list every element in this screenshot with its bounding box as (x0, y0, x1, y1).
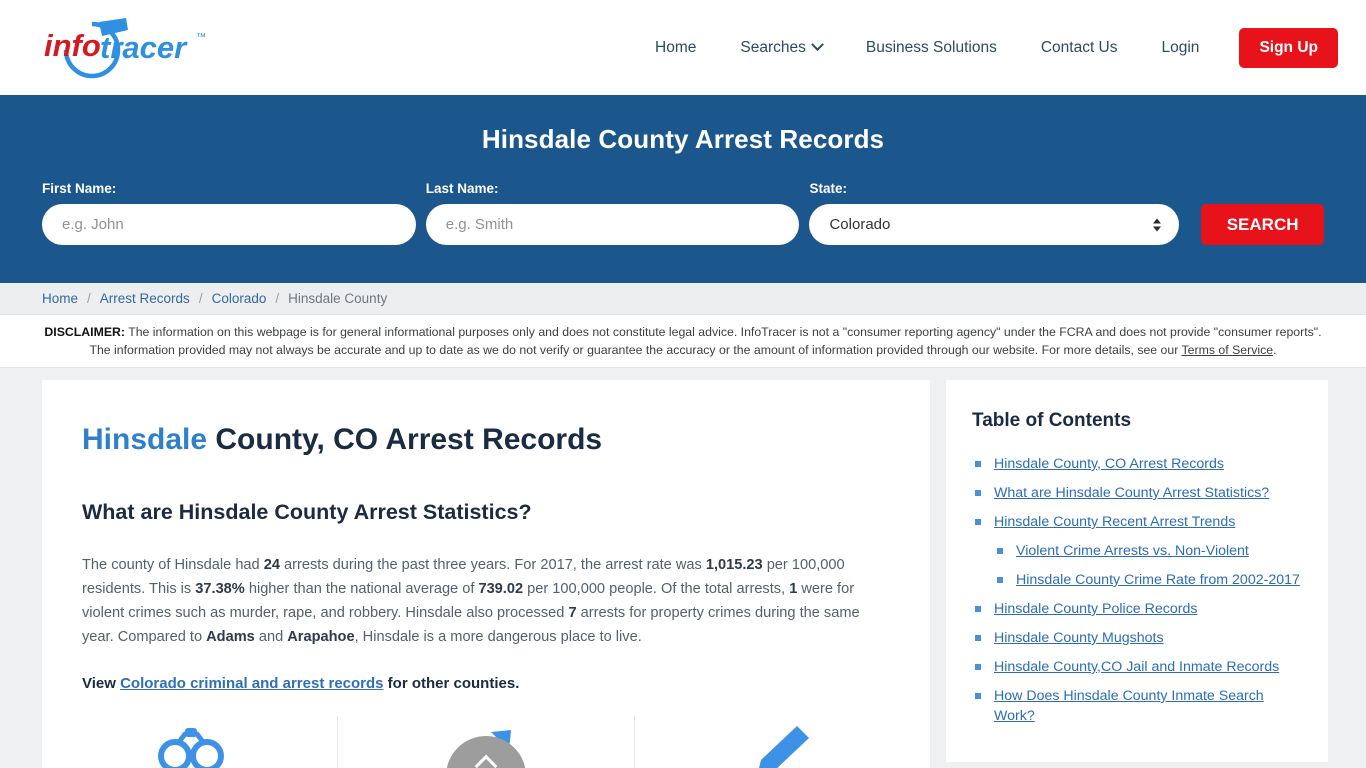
page-heading-banner: Hinsdale County Arrest Records (481, 124, 885, 154)
toc-item[interactable]: Hinsdale County, CO Arrest Records (972, 454, 1302, 474)
toc-item[interactable]: What are Hinsdale County Arrest Statisti… (972, 483, 1302, 503)
infotracer-logo[interactable]: info tracer ™ (36, 13, 236, 83)
disclaimer-banner: DISCLAIMER: The information on this webp… (0, 315, 1366, 368)
paragraph-text: and (254, 629, 288, 645)
statistics-paragraph: The county of Hinsdale had 24 arrests du… (82, 553, 890, 649)
chevron-up-icon (474, 754, 498, 768)
last-name-input[interactable] (425, 204, 800, 245)
pen-icon (759, 726, 810, 768)
compare-county-a: Adams (206, 629, 255, 645)
breadcrumb-separator: / (275, 291, 280, 306)
main-navigation: Home Searches Business Solutions Contact… (633, 0, 1338, 95)
stat-arrest-rate: 1,015.23 (705, 557, 763, 573)
stat-percent-higher: 37.38% (195, 581, 245, 597)
paragraph-text: The county of Hinsdale had (82, 557, 264, 573)
state-label: State: (809, 181, 847, 196)
toc-link-arrest-records[interactable]: Hinsdale County, CO Arrest Records (994, 456, 1224, 472)
svg-text:tracer: tracer (100, 30, 188, 65)
view-suffix: for other counties. (383, 675, 520, 692)
nav-item-contact-us[interactable]: Contact Us (1019, 29, 1140, 67)
page-title: Hinsdale County, CO Arrest Records (82, 422, 890, 458)
nav-label: Login (1161, 38, 1200, 56)
paragraph-text: arrests during the past three years. For… (279, 557, 706, 573)
disclaimer-period: . (1273, 342, 1277, 357)
toc-heading: Table of Contents (972, 410, 1132, 431)
breadcrumb-item-home[interactable]: Home (42, 291, 78, 306)
search-button[interactable]: SEARCH (1201, 204, 1324, 245)
breadcrumb-item-colorado[interactable]: Colorado (212, 291, 267, 306)
chevron-down-icon (810, 38, 824, 52)
first-name-label: First Name: (42, 181, 117, 196)
paragraph-text: per 100,000 people. Of the total arrests… (523, 581, 790, 597)
terms-of-service-link[interactable]: Terms of Service (1182, 343, 1274, 357)
main-content-card: Hinsdale County, CO Arrest Records What … (42, 380, 930, 768)
view-prefix: View (82, 675, 121, 692)
logo-icon: info tracer ™ (44, 17, 206, 78)
nav-item-searches[interactable]: Searches (718, 29, 843, 67)
toc-link-arrest-statistics[interactable]: What are Hinsdale County Arrest Statisti… (994, 485, 1269, 501)
breadcrumb-separator: / (198, 291, 203, 306)
toc-item[interactable]: Hinsdale County Crime Rate from 2002-201… (972, 570, 1302, 590)
search-band: Hinsdale County Arrest Records First Nam… (0, 95, 1366, 283)
breadcrumb-separator: / (87, 291, 91, 306)
search-form: First Name: Last Name: State: Colorado S… (0, 181, 1366, 245)
toc-link-police-records[interactable]: Hinsdale County Police Records (994, 601, 1197, 617)
last-name-label: Last Name: (425, 181, 499, 196)
site-header: info tracer ™ Home Searches Business Sol… (0, 0, 1366, 95)
disclaimer-label: DISCLAIMER: (44, 325, 125, 339)
state-field-group: State: Colorado (809, 181, 1180, 245)
sign-up-button[interactable]: Sign Up (1239, 27, 1338, 68)
nav-item-login[interactable]: Login (1140, 29, 1222, 67)
feature-cell-police-records (635, 716, 930, 768)
toc-link-mugshots[interactable]: Hinsdale County Mugshots (994, 630, 1164, 646)
nav-label: Home (655, 38, 697, 56)
toc-item[interactable]: Hinsdale County,CO Jail and Inmate Recor… (972, 657, 1302, 677)
last-name-field-group: Last Name: (425, 181, 800, 245)
breadcrumb-current: Hinsdale County (288, 291, 388, 306)
breadcrumb-item-arrest-records[interactable]: Arrest Records (100, 291, 190, 306)
toc-link-crime-rate-2002-2017[interactable]: Hinsdale County Crime Rate from 2002-201… (1016, 572, 1300, 588)
toc-item[interactable]: Hinsdale County Recent Arrest Trends (972, 512, 1302, 532)
section-heading-statistics: What are Hinsdale County Arrest Statisti… (82, 500, 532, 524)
first-name-input[interactable] (42, 204, 416, 245)
toc-list: Hinsdale County, CO Arrest Records What … (972, 454, 1302, 726)
first-name-field-group: First Name: (42, 181, 416, 245)
view-other-counties-line: View Colorado criminal and arrest record… (82, 675, 890, 692)
toc-item[interactable]: Hinsdale County Police Records (972, 599, 1302, 619)
paragraph-text: , Hinsdale is a more dangerous place to … (354, 629, 642, 645)
page-title-highlight: Hinsdale (82, 423, 208, 456)
nav-item-business-solutions[interactable]: Business Solutions (844, 29, 1019, 67)
breadcrumb: Home / Arrest Records / Colorado / Hinsd… (0, 283, 1366, 315)
stat-arrests-total: 24 (263, 557, 280, 573)
handcuffs-icon (157, 728, 224, 768)
svg-text:info: info (44, 28, 101, 63)
page-body: Hinsdale County, CO Arrest Records What … (0, 368, 1366, 768)
nav-label: Searches (740, 38, 806, 56)
toc-item[interactable]: Violent Crime Arrests vs. Non-Violent (972, 541, 1302, 561)
colorado-records-link[interactable]: Colorado criminal and arrest records (120, 675, 383, 692)
state-select[interactable]: Colorado (809, 204, 1180, 245)
paragraph-text: higher than the national average of (244, 581, 479, 597)
toc-link-inmate-search-work[interactable]: How Does Hinsdale County Inmate Search W… (994, 688, 1264, 724)
toc-item[interactable]: Hinsdale County Mugshots (972, 628, 1302, 648)
table-of-contents-card: Table of Contents Hinsdale County, CO Ar… (946, 380, 1328, 762)
toc-link-recent-arrest-trends[interactable]: Hinsdale County Recent Arrest Trends (994, 514, 1235, 530)
stat-property-count: 7 (568, 605, 577, 621)
compare-county-b: Arapahoe (287, 629, 355, 645)
nav-label: Business Solutions (865, 38, 997, 56)
stat-national-average: 739.02 (478, 581, 524, 597)
svg-text:™: ™ (196, 32, 206, 43)
toc-item[interactable]: How Does Hinsdale County Inmate Search W… (972, 686, 1302, 726)
nav-label: Contact Us (1040, 38, 1118, 56)
nav-item-home[interactable]: Home (633, 29, 718, 67)
page-title-rest: County, CO Arrest Records (207, 423, 603, 456)
toc-link-jail-inmate-records[interactable]: Hinsdale County,CO Jail and Inmate Recor… (994, 659, 1279, 675)
disclaimer-text: The information on this webpage is for g… (89, 325, 1322, 357)
feature-cell-arrest-records (42, 716, 339, 768)
toc-link-violent-vs-nonviolent[interactable]: Violent Crime Arrests vs. Non-Violent (1016, 543, 1249, 559)
